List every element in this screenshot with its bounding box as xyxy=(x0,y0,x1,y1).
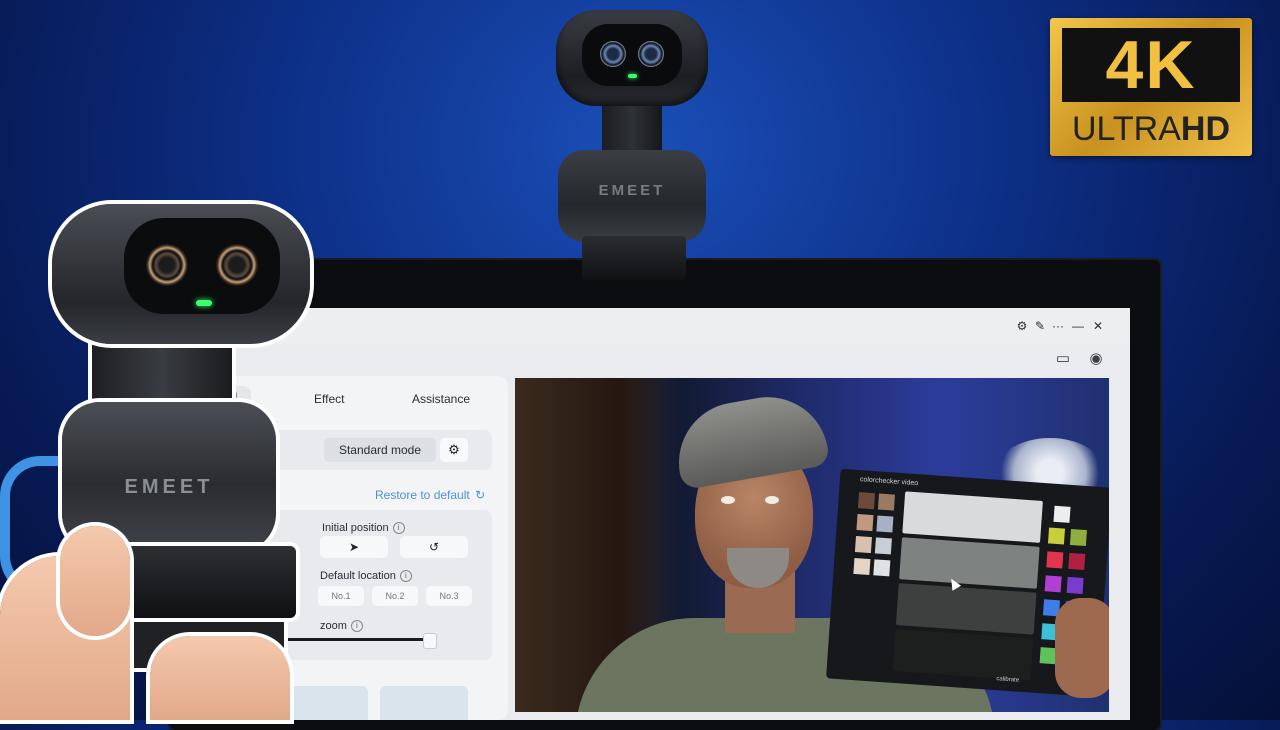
checker-swatch xyxy=(1053,505,1071,523)
status-led xyxy=(628,74,637,78)
assistance-thumbnail[interactable] xyxy=(380,686,468,720)
checker-swatch xyxy=(1046,551,1064,569)
camera-lens-right xyxy=(216,244,258,286)
badge-hd: HD xyxy=(1180,109,1231,148)
zoom-slider-handle[interactable] xyxy=(422,633,437,649)
tab-assistance[interactable]: Assistance xyxy=(412,392,470,406)
badge-4k-text: 4K xyxy=(1062,27,1240,103)
checker-white-patch xyxy=(902,491,1043,543)
webcam-icon[interactable]: ◉ xyxy=(1085,348,1107,370)
info-icon[interactable]: i xyxy=(392,522,405,535)
location-2-button[interactable]: No.2 xyxy=(372,586,418,606)
restore-default-label: Restore to default xyxy=(375,488,470,502)
reset-position-button[interactable]: ↺ xyxy=(400,536,468,558)
4k-ultra-hd-badge: 4K ULTRA HD xyxy=(1050,18,1252,156)
checker-footer: calibrate xyxy=(996,676,1020,684)
more-icon[interactable]: ··· xyxy=(1050,318,1066,334)
handheld-webcam-brand: EMEET xyxy=(124,476,214,498)
badge-ultra: ULTRA xyxy=(1071,109,1181,148)
checker-swatch xyxy=(1066,576,1084,594)
webcam-on-monitor: EMEET xyxy=(552,10,712,280)
webcam-head xyxy=(556,10,708,106)
restore-default-link[interactable]: Restore to default ↻ xyxy=(375,488,485,502)
handheld-webcam-face xyxy=(124,218,280,314)
checker-dark-patch xyxy=(895,583,1037,635)
preview-person-eye xyxy=(721,496,735,504)
checker-swatch xyxy=(1069,528,1087,547)
info-icon[interactable]: i xyxy=(399,570,412,583)
checker-swatch xyxy=(876,515,894,533)
hand-thumb xyxy=(60,526,130,636)
checker-swatch xyxy=(854,536,872,554)
preview-person-hand xyxy=(1055,598,1109,698)
preview-person-cap xyxy=(669,387,831,491)
default-location-label: Default location i xyxy=(320,570,412,583)
location-3-button[interactable]: No.3 xyxy=(426,586,472,606)
checker-swatch xyxy=(1068,552,1086,571)
refresh-icon: ↻ xyxy=(475,488,486,502)
checker-swatch xyxy=(853,557,871,576)
checker-swatch xyxy=(877,493,895,511)
checker-black-patch xyxy=(892,628,1034,681)
camera-lens-left xyxy=(146,244,188,286)
camera-lens-right xyxy=(638,41,664,67)
checker-swatch xyxy=(1047,527,1066,545)
camera-lens-left xyxy=(600,41,626,67)
close-icon[interactable]: ✕ xyxy=(1090,318,1106,334)
locate-button[interactable]: ➤ xyxy=(320,536,388,558)
checker-swatch xyxy=(856,514,874,532)
webcam-face xyxy=(582,24,682,86)
info-icon[interactable]: i xyxy=(350,620,363,633)
checker-gray-patch xyxy=(899,537,1040,589)
checker-swatch xyxy=(873,559,891,577)
handheld-webcam-head xyxy=(52,204,310,344)
checker-title: colorchecker video xyxy=(859,476,919,488)
display-icon[interactable]: ▭ xyxy=(1052,348,1074,370)
webcam-base: EMEET xyxy=(558,150,706,242)
checker-swatch xyxy=(857,492,876,510)
camera-preview: colorchecker video calibrate xyxy=(515,378,1109,712)
mode-select[interactable]: Standard mode xyxy=(324,438,436,462)
webcam-clip xyxy=(582,236,686,280)
checker-swatch xyxy=(1044,575,1062,593)
initial-position-label: Initial position i xyxy=(322,522,405,535)
status-led xyxy=(196,300,212,306)
hand-fingers xyxy=(150,636,290,720)
checker-swatch xyxy=(874,537,892,555)
webcam-brand-label: EMEET xyxy=(598,182,666,199)
preview-person-eye xyxy=(765,496,779,504)
badge-ultrahd-text: ULTRA HD xyxy=(1050,106,1252,152)
webcam-in-hand: EMEET xyxy=(0,196,330,720)
pin-icon[interactable]: ✎ xyxy=(1032,318,1048,334)
handheld-webcam-clip xyxy=(120,546,296,618)
minimize-icon[interactable]: — xyxy=(1070,318,1086,334)
mode-settings-gear-icon[interactable]: ⚙ xyxy=(440,438,468,462)
gear-icon[interactable]: ⚙ xyxy=(1014,318,1030,334)
